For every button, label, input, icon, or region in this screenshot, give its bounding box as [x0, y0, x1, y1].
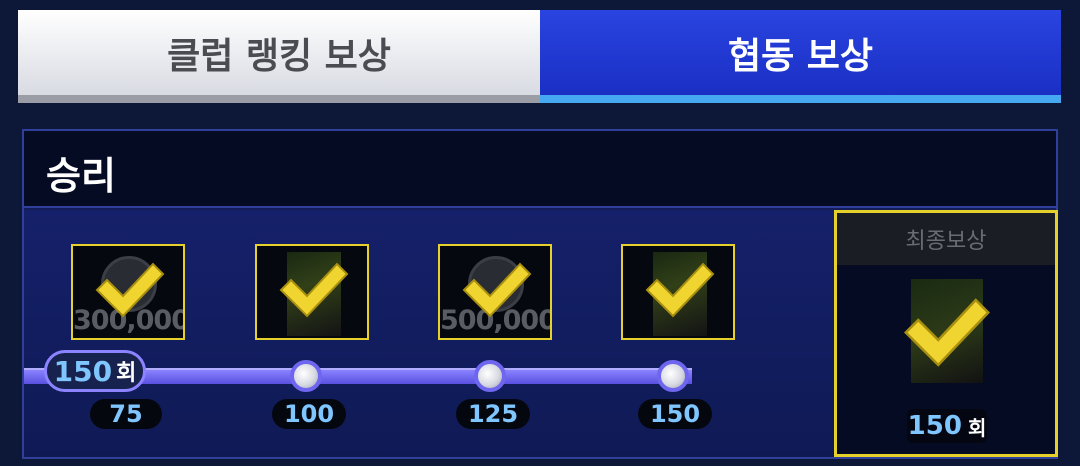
baseball-node-icon [474, 360, 506, 392]
milestone-reward-2[interactable] [255, 244, 369, 340]
reward-panel: 승리 300,000 500,000 150 회 75 100 125 150 … [22, 129, 1058, 459]
baseball-node-icon [657, 360, 689, 392]
milestone-label: 150 [638, 399, 712, 429]
current-progress-value: 150 [53, 354, 113, 388]
tab-label: 협동 보상 [727, 35, 873, 77]
tab-cooperation-reward[interactable]: 협동 보상 [540, 10, 1061, 103]
milestone-reward-3[interactable]: 500,000 [438, 244, 552, 340]
tab-club-ranking-reward[interactable]: 클럽 랭킹 보상 [18, 10, 540, 103]
milestone-label: 75 [90, 399, 162, 429]
current-progress-badge: 150 회 [44, 350, 146, 392]
baseball-node-icon [290, 360, 322, 392]
checkmark-icon [645, 262, 715, 318]
final-count-unit: 회 [967, 415, 987, 440]
final-count-value: 150 [907, 411, 962, 441]
tab-label: 클럽 랭킹 보상 [167, 35, 391, 77]
final-reward-card[interactable]: 최종보상 150 회 [834, 210, 1058, 457]
milestone-reward-4[interactable] [621, 244, 735, 340]
panel-header: 승리 [24, 131, 1056, 208]
milestone-track: 300,000 500,000 150 회 75 100 125 150 [24, 210, 834, 457]
checkmark-icon [903, 298, 990, 367]
final-reward-title: 최종보상 [837, 213, 1055, 265]
milestone-label: 100 [272, 399, 346, 429]
checkmark-icon [279, 262, 349, 318]
milestone-label: 125 [456, 399, 530, 429]
current-progress-unit: 회 [116, 361, 137, 386]
milestone-reward-1[interactable]: 300,000 [71, 244, 185, 340]
checkmark-icon [462, 262, 532, 318]
checkmark-icon [95, 262, 165, 318]
final-reward-count: 150 회 [907, 409, 987, 443]
section-title: 승리 [46, 154, 116, 198]
